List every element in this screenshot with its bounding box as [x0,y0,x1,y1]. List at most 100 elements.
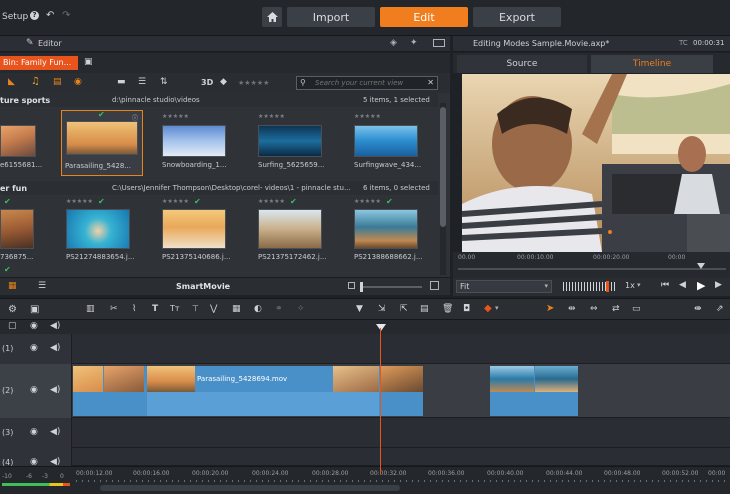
track-header[interactable]: (2) ◉ ◀) [0,364,72,418]
layout-icon[interactable] [433,39,445,47]
scrollbar-thumb[interactable] [440,107,446,227]
delete-icon[interactable]: 🗑 [442,304,453,314]
play-icon[interactable]: ▶ [697,279,705,292]
camera-icon[interactable]: ◘ [463,304,470,314]
clip-rating[interactable]: ★★★★★ [66,198,93,205]
speed-select[interactable]: 1x [625,281,635,290]
clip-rating[interactable]: ★★★★★ [354,198,381,205]
large-thumb-icon[interactable] [430,281,439,290]
clip-card[interactable]: ★★★★★ Snowboarding_1... [160,111,240,171]
player-ruler[interactable]: 00.00 00:00:10.00 00:00:20.00 00:00 [453,252,730,278]
title-icon[interactable]: T [152,304,158,314]
chevron-down-icon[interactable]: ▾ [637,281,641,289]
slide-tool-icon[interactable]: ⇄ [612,304,620,314]
color-icon[interactable]: ◐ [254,304,262,314]
skip-back-icon[interactable]: ⏮ [661,280,669,290]
eye-icon[interactable]: ◉ [30,385,38,395]
playhead-icon[interactable] [376,324,386,331]
marker-icon[interactable]: ▼ [356,304,363,314]
speaker-icon[interactable]: ◀) [50,385,60,395]
folder-icon[interactable]: ▣ [84,57,93,67]
photo-filter-icon[interactable]: ▤ [53,77,62,87]
timeline-scrollbar[interactable] [100,485,400,491]
rating-filter[interactable]: ★★★★★ [238,79,269,87]
tab-export[interactable]: Export [473,7,561,27]
clip-rating[interactable]: ★★★★★ [162,113,189,120]
smartmovie-button[interactable]: SmartMovie [176,282,230,291]
chevron-down-icon[interactable]: ▾ [495,304,499,312]
timeline-clip[interactable] [490,366,578,416]
clip-rating[interactable]: ★★★★★ [354,113,381,120]
setup-menu[interactable]: Setup [2,12,28,22]
fit-timeline-icon[interactable]: ▭ [632,304,641,314]
clip-card[interactable]: ★★★★★ ✔ PS21274883654.j... [64,197,148,263]
track-ruler[interactable]: ▢ ◉ ◀) [0,320,730,334]
speaker-icon[interactable]: ◀) [50,427,60,437]
project-filter-icon[interactable]: ◉ [74,77,82,87]
tab-import[interactable]: Import [287,7,375,27]
record-marker-icon[interactable]: ◆ [484,303,492,314]
playhead-line[interactable] [380,328,381,474]
scrub-handle-icon[interactable] [697,263,705,269]
timeline-clip[interactable]: Parasailing_5428694.mov [73,366,423,416]
lock-icon[interactable]: ▢ [8,321,17,331]
tag-icon[interactable]: ◈ [390,38,397,48]
snap-icon[interactable]: ⌇ [132,304,136,314]
clip-rating[interactable]: ★★★★★ [162,198,189,205]
tab-edit[interactable]: Edit [380,7,468,27]
export-track-icon[interactable]: ⇗ [716,304,724,314]
library-scrollbar[interactable] [440,103,446,275]
clip-card[interactable]: ★★★★★ ✔ PS21375172462.j... [256,197,340,263]
frame-forward-icon[interactable]: ▶ [715,280,722,290]
eye-icon[interactable]: ◉ [30,321,38,331]
clip-rating[interactable]: ★★★★★ [258,198,285,205]
list-view-icon[interactable]: ☰ [138,77,146,87]
list-view-toggle-icon[interactable]: ☰ [38,281,46,291]
grid-view-icon[interactable]: ▦ [8,281,17,291]
settings-icon[interactable]: ⚙ [8,304,17,315]
video-filter-icon[interactable]: ◣ [8,77,15,87]
link-icon[interactable]: ⚭ [275,304,283,314]
view-3d[interactable]: 3D [201,78,213,87]
thumb-size-slider[interactable] [360,282,422,292]
clip-card[interactable]: ★★★★★ ✔ PS21375140686.j... [160,197,244,263]
unlink-icon[interactable]: ✧ [297,304,305,314]
pointer-tool-icon[interactable]: ➤ [546,303,554,314]
music-filter-icon[interactable]: ♫ [31,76,40,87]
redo-icon[interactable]: ↷ [62,10,70,21]
help-icon[interactable]: ? [30,11,39,20]
film-icon[interactable]: ▦ [232,304,241,314]
storyboard-icon[interactable]: ▤ [420,304,429,314]
editor-label[interactable]: Editor [38,39,62,48]
undo-icon[interactable]: ↶ [46,10,54,21]
zoom-fit-icon[interactable]: ⇼ [694,304,702,314]
track-header[interactable]: (3) ◉ ◀) [0,418,72,448]
track-manager-icon[interactable]: ▣ [30,304,39,315]
eye-icon[interactable]: ◉ [30,343,38,353]
clip-rating[interactable]: ★★★★★ [258,113,285,120]
folder-open-icon[interactable]: ▬ [117,77,126,87]
timeline-ruler[interactable]: 00:00:12.00 00:00:16.00 00:00:20.00 00:0… [0,466,730,494]
frame-back-icon[interactable]: ◀ [679,280,686,290]
track-header[interactable]: (4) ◉ ◀) [0,448,72,467]
scissors-icon[interactable]: ✂ [110,304,118,314]
title-edit-icon[interactable]: Tᴛ [170,304,180,313]
subtitle-icon[interactable]: ⊤ [192,304,199,313]
track-header[interactable]: (1) ◉ ◀) [0,334,72,364]
speaker-icon[interactable]: ◀) [50,343,60,353]
home-button[interactable] [262,7,282,27]
tab-source[interactable]: Source [457,55,587,73]
search-clear-icon[interactable]: ✕ [427,78,434,87]
video-preview[interactable] [462,74,730,252]
clip-card[interactable]: e615568​1... [0,111,46,171]
clip-card-selected[interactable]: ✔ ⓘ Parasailing_5428... [61,110,143,176]
small-thumb-icon[interactable] [348,282,355,289]
audio-mixer-icon[interactable]: ▥ [86,304,95,314]
clip-card[interactable]: ★★★★★ ✔ PS21388688662.j... [352,197,436,263]
mark-in-icon[interactable]: ⇲ [378,304,386,314]
clip-card[interactable]: ✔ 736875... [0,197,46,263]
scrub-bar[interactable] [458,268,726,270]
pin-icon[interactable]: ✦ [410,38,418,48]
tag-filter-icon[interactable]: ◆ [220,77,227,87]
bin-tab[interactable]: Bin: Family Fun... [0,56,78,70]
